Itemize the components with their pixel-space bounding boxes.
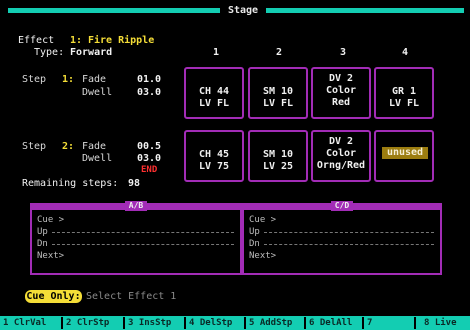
next-label: Next>	[37, 251, 65, 261]
fkey-label: AddStp	[259, 318, 293, 328]
up-track	[264, 232, 434, 234]
step-2-cell-2[interactable]: SM 10 LV 25	[248, 130, 308, 182]
cell-line: DV 2	[328, 73, 354, 84]
fkey-divider	[362, 317, 364, 329]
cell-line: Red	[331, 97, 351, 108]
effect-name[interactable]: Fire Ripple	[88, 35, 154, 46]
cell-line: LV 25	[262, 161, 294, 172]
cue-panel-ab: A/B Cue > Up Dn Next>	[30, 201, 242, 275]
page-title: Stage	[220, 5, 266, 16]
fkey-divider	[244, 317, 246, 329]
step-2-fade-label: Fade	[82, 141, 107, 152]
remaining-steps-value: 98	[128, 178, 141, 189]
up-label: Up	[249, 227, 260, 237]
cue-panel-cd: C/D Cue > Up Dn Next>	[242, 201, 442, 275]
up-label: Up	[37, 227, 48, 237]
fkey-divider	[184, 317, 186, 329]
function-key-bar: 1 ClrVal 2 ClrStp 3 InsStp 4 DelStp 5 Ad…	[0, 316, 470, 330]
cell-line: LV 75	[198, 161, 230, 172]
fkey-divider	[123, 317, 125, 329]
step-1-cell-2[interactable]: SM 10 LV FL	[248, 67, 308, 119]
step-2-cell-1[interactable]: CH 45 LV 75	[184, 130, 244, 182]
cell-line: LV FL	[198, 98, 230, 109]
step-1-cell-1[interactable]: CH 44 LV FL	[184, 67, 244, 119]
cell-line: Color	[325, 148, 357, 159]
cell-line: LV FL	[262, 98, 294, 109]
remaining-steps-label: Remaining steps:	[22, 178, 119, 189]
fkey-number: 4	[189, 318, 195, 328]
up-track	[52, 232, 234, 234]
column-header-4: 4	[402, 47, 409, 58]
step-1-fade-value[interactable]: 01.0	[137, 74, 161, 85]
fkey-2[interactable]: 2 ClrStp	[66, 316, 109, 330]
fkey-4[interactable]: 4 DelStp	[189, 316, 232, 330]
panel-title: C/D	[331, 201, 353, 211]
column-header-1: 1	[213, 47, 220, 58]
fkey-6[interactable]: 6 DelAll	[309, 316, 352, 330]
fkey-number: 5	[249, 318, 255, 328]
fkey-label: ClrStp	[76, 318, 110, 328]
mode-badge: Cue Only:	[25, 290, 82, 303]
cell-line: SM 10	[262, 86, 294, 97]
cell-line: SM 10	[262, 149, 294, 160]
next-label: Next>	[249, 251, 277, 261]
cue-label: Cue >	[37, 215, 65, 225]
step-1-number: 1:	[62, 74, 75, 85]
fkey-label: Live	[434, 318, 457, 328]
fkey-number: 2	[66, 318, 72, 328]
fkey-number: 1	[3, 318, 9, 328]
dn-label: Dn	[249, 239, 260, 249]
step-1-dwell-label: Dwell	[82, 87, 113, 98]
title-bar: Stage	[8, 5, 464, 16]
cell-line: Orng/Red	[316, 160, 366, 171]
fkey-3[interactable]: 3 InsStp	[128, 316, 171, 330]
step-1-label: Step	[22, 74, 47, 85]
fkey-number: 8	[424, 318, 430, 328]
fkey-7[interactable]: 7	[367, 316, 372, 330]
step-2-fade-value[interactable]: 00.5	[137, 141, 161, 152]
fkey-divider	[61, 317, 63, 329]
step-2-label: Step	[22, 141, 47, 152]
cell-line: CH 44	[198, 86, 230, 97]
fkey-divider	[414, 317, 416, 329]
step-1-cell-3[interactable]: DV 2 Color Red	[311, 67, 371, 119]
effect-type-value[interactable]: Forward	[70, 47, 112, 58]
effect-label: Effect	[18, 35, 55, 46]
fkey-label: DelStp	[199, 318, 233, 328]
fkey-8[interactable]: 8 Live	[424, 316, 457, 330]
step-2-dwell-label: Dwell	[82, 153, 113, 164]
cue-label: Cue >	[249, 215, 277, 225]
step-2-number: 2:	[62, 141, 75, 152]
cell-line: Color	[325, 85, 357, 96]
status-prompt: Select Effect 1	[86, 291, 177, 302]
unused-badge: unused	[382, 147, 428, 159]
fkey-label: DelAll	[319, 318, 353, 328]
fkey-5[interactable]: 5 AddStp	[249, 316, 292, 330]
fkey-number: 3	[128, 318, 134, 328]
fkey-divider	[304, 317, 306, 329]
end-marker: END	[141, 165, 158, 175]
step-2-cell-3[interactable]: DV 2 Color Orng/Red	[311, 130, 371, 182]
cell-line: GR 1	[391, 86, 417, 97]
step-2-dwell-value[interactable]: 03.0	[137, 153, 161, 164]
fkey-1[interactable]: 1 ClrVal	[3, 316, 46, 330]
cell-line: DV 2	[328, 136, 354, 147]
cell-line: LV FL	[388, 98, 420, 109]
effect-type-label: Type:	[34, 47, 65, 58]
step-1-dwell-value[interactable]: 03.0	[137, 87, 161, 98]
effect-number: 1:	[70, 35, 83, 46]
dn-label: Dn	[37, 239, 48, 249]
step-1-cell-4[interactable]: GR 1 LV FL	[374, 67, 434, 119]
column-header-2: 2	[276, 47, 283, 58]
fkey-number: 6	[309, 318, 315, 328]
step-1-fade-label: Fade	[82, 74, 107, 85]
column-header-3: 3	[340, 47, 347, 58]
fkey-number: 7	[367, 318, 373, 328]
dn-track	[264, 244, 434, 246]
panel-title: A/B	[125, 201, 147, 211]
fkey-label: InsStp	[138, 318, 172, 328]
fkey-label: ClrVal	[13, 318, 47, 328]
dn-track	[52, 244, 234, 246]
cell-line: CH 45	[198, 149, 230, 160]
